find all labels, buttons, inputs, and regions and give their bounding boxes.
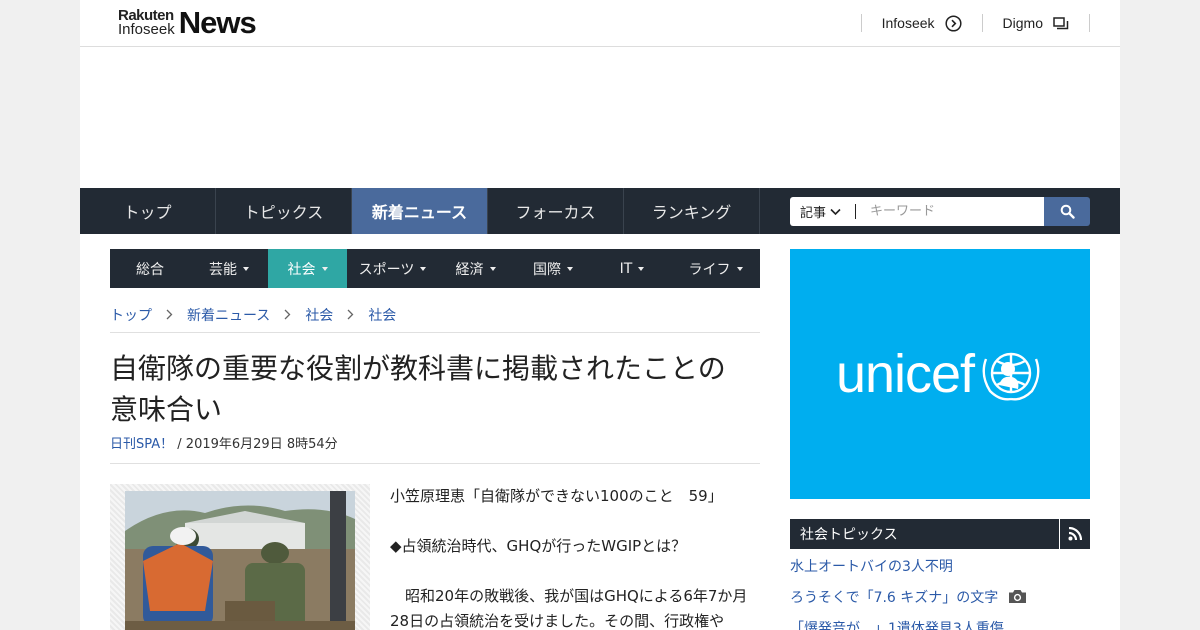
breadcrumb-society-sub[interactable]: 社会 xyxy=(368,305,396,325)
chevron-right-icon xyxy=(347,305,354,323)
article-paragraph: 昭和20年の敗戦後、我が国はGHQによる6年7か月28日の占領統治を受けました。… xyxy=(390,587,748,630)
list-item: ろうそくで「7.6 キズナ」の文字 xyxy=(790,588,1090,619)
category-nav: 総合 芸能 社会 スポーツ 経済 国際 IT ライフ xyxy=(110,249,760,288)
search-scope-label: 記事 xyxy=(800,206,827,221)
search-icon xyxy=(1060,204,1075,219)
cat-it-label: IT xyxy=(619,260,633,277)
tab-top[interactable]: トップ xyxy=(80,188,216,234)
article-title: 自衛隊の重要な役割が教科書に掲載されたことの 意味合い xyxy=(110,348,760,430)
cat-it[interactable]: IT xyxy=(593,249,671,288)
article-date: / 2019年6月29日 8時54分 xyxy=(173,437,338,452)
cat-life-label: ライフ xyxy=(688,261,731,278)
tab-latest-news[interactable]: 新着ニュース xyxy=(352,188,488,234)
caret-icon xyxy=(736,266,743,271)
cat-international[interactable]: 国際 xyxy=(513,249,593,288)
cat-general-label: 総合 xyxy=(136,261,164,278)
article-title-line1: 自衛隊の重要な役割が教科書に掲載されたことの xyxy=(110,352,726,385)
tab-topics[interactable]: トピックス xyxy=(216,188,352,234)
breadcrumb-top[interactable]: トップ xyxy=(110,305,152,325)
caret-icon xyxy=(420,266,427,271)
site-header: Rakuten Infoseek News Infoseek Digmo xyxy=(80,0,1120,47)
infoseek-link-label: Infoseek xyxy=(881,15,935,31)
topic-link[interactable]: 「爆発音が…」1遺体発見3人重傷 xyxy=(790,619,1004,630)
unicef-ad[interactable]: unicef xyxy=(790,249,1090,499)
chevron-right-icon xyxy=(284,305,291,323)
topic-link[interactable]: 水上オートバイの3人不明 xyxy=(790,557,953,577)
arrow-circle-icon xyxy=(944,14,962,32)
article-title-line2: 意味合い xyxy=(110,393,223,426)
page: Rakuten Infoseek News Infoseek Digmo トップ… xyxy=(80,0,1120,630)
caret-icon xyxy=(489,266,496,271)
cat-life[interactable]: ライフ xyxy=(671,249,760,288)
chevron-right-icon xyxy=(166,305,173,323)
search-box: 記事 xyxy=(790,197,1090,226)
caret-icon xyxy=(638,266,645,271)
rss-button[interactable] xyxy=(1060,519,1090,549)
caret-icon xyxy=(243,266,249,271)
cat-sports[interactable]: スポーツ xyxy=(347,249,438,288)
unicef-logo-text: unicef xyxy=(835,344,975,404)
infoseek-link[interactable]: Infoseek xyxy=(860,14,982,32)
window-icon xyxy=(1053,17,1069,30)
breadcrumb-latest-news[interactable]: 新着ニュース xyxy=(187,305,270,325)
main-nav: トップ トピックス 新着ニュース フォーカス ランキング 記事 xyxy=(80,188,1120,234)
breadcrumb: トップ 新着ニュース 社会 社会 xyxy=(110,305,760,333)
topics-header: 社会トピックス xyxy=(790,519,1090,549)
tab-ranking[interactable]: ランキング xyxy=(624,188,760,234)
topics-title: 社会トピックス xyxy=(790,519,1060,549)
logo-line2: Infoseek xyxy=(118,21,175,38)
article-photo-frame xyxy=(110,484,370,630)
cat-entertainment[interactable]: 芸能 xyxy=(190,249,268,288)
logo-text-small: Rakuten Infoseek xyxy=(118,8,175,38)
search-button[interactable] xyxy=(1044,197,1090,226)
logo-news: News xyxy=(178,5,257,40)
search-scope-select[interactable]: 記事 xyxy=(790,197,856,226)
list-item: 「爆発音が…」1遺体発見3人重傷 xyxy=(790,619,1090,630)
article-meta: 日刊SPA！ / 2019年6月29日 8時54分 xyxy=(110,433,760,464)
cat-general[interactable]: 総合 xyxy=(110,249,190,288)
digmo-link[interactable]: Digmo xyxy=(981,14,1090,32)
external-links: Infoseek Digmo xyxy=(860,14,1090,32)
cat-economy[interactable]: 経済 xyxy=(438,249,513,288)
unicef-emblem-icon xyxy=(982,352,1040,401)
tab-focus[interactable]: フォーカス xyxy=(488,188,624,234)
cat-sports-label: スポーツ xyxy=(358,261,415,278)
list-item: 水上オートバイの3人不明 xyxy=(790,557,1090,588)
rss-icon xyxy=(1068,527,1082,541)
cat-economy-label: 経済 xyxy=(455,261,484,278)
cat-society-label: 社会 xyxy=(287,261,316,278)
article-paragraph: 小笠原理恵「自衛隊ができない100のこと 59」 xyxy=(390,487,723,505)
caret-icon xyxy=(567,266,573,271)
topics-list: 水上オートバイの3人不明 ろうそくで「7.6 キズナ」の文字 「爆発音が…」1遺… xyxy=(790,557,1090,630)
article-photo[interactable] xyxy=(125,491,355,630)
search-input[interactable] xyxy=(856,197,1044,226)
article-paragraph: ◆占領統治時代、GHQが行ったWGIPとは？ xyxy=(390,537,687,555)
cat-international-label: 国際 xyxy=(533,261,561,278)
camera-icon xyxy=(1009,590,1027,603)
chevron-down-icon xyxy=(830,208,841,215)
caret-icon xyxy=(321,266,328,271)
ad-banner-space xyxy=(80,48,1120,188)
cat-entertainment-label: 芸能 xyxy=(209,261,237,278)
breadcrumb-society[interactable]: 社会 xyxy=(305,305,333,325)
article-source-link[interactable]: 日刊SPA！ xyxy=(110,437,173,452)
article-body: 小笠原理恵「自衛隊ができない100のこと 59」 ◆占領統治時代、GHQが行った… xyxy=(390,484,762,630)
digmo-link-label: Digmo xyxy=(1002,15,1043,31)
site-logo[interactable]: Rakuten Infoseek News xyxy=(118,5,257,40)
topic-link[interactable]: ろうそくで「7.6 キズナ」の文字 xyxy=(790,588,998,608)
cat-society[interactable]: 社会 xyxy=(268,249,347,288)
